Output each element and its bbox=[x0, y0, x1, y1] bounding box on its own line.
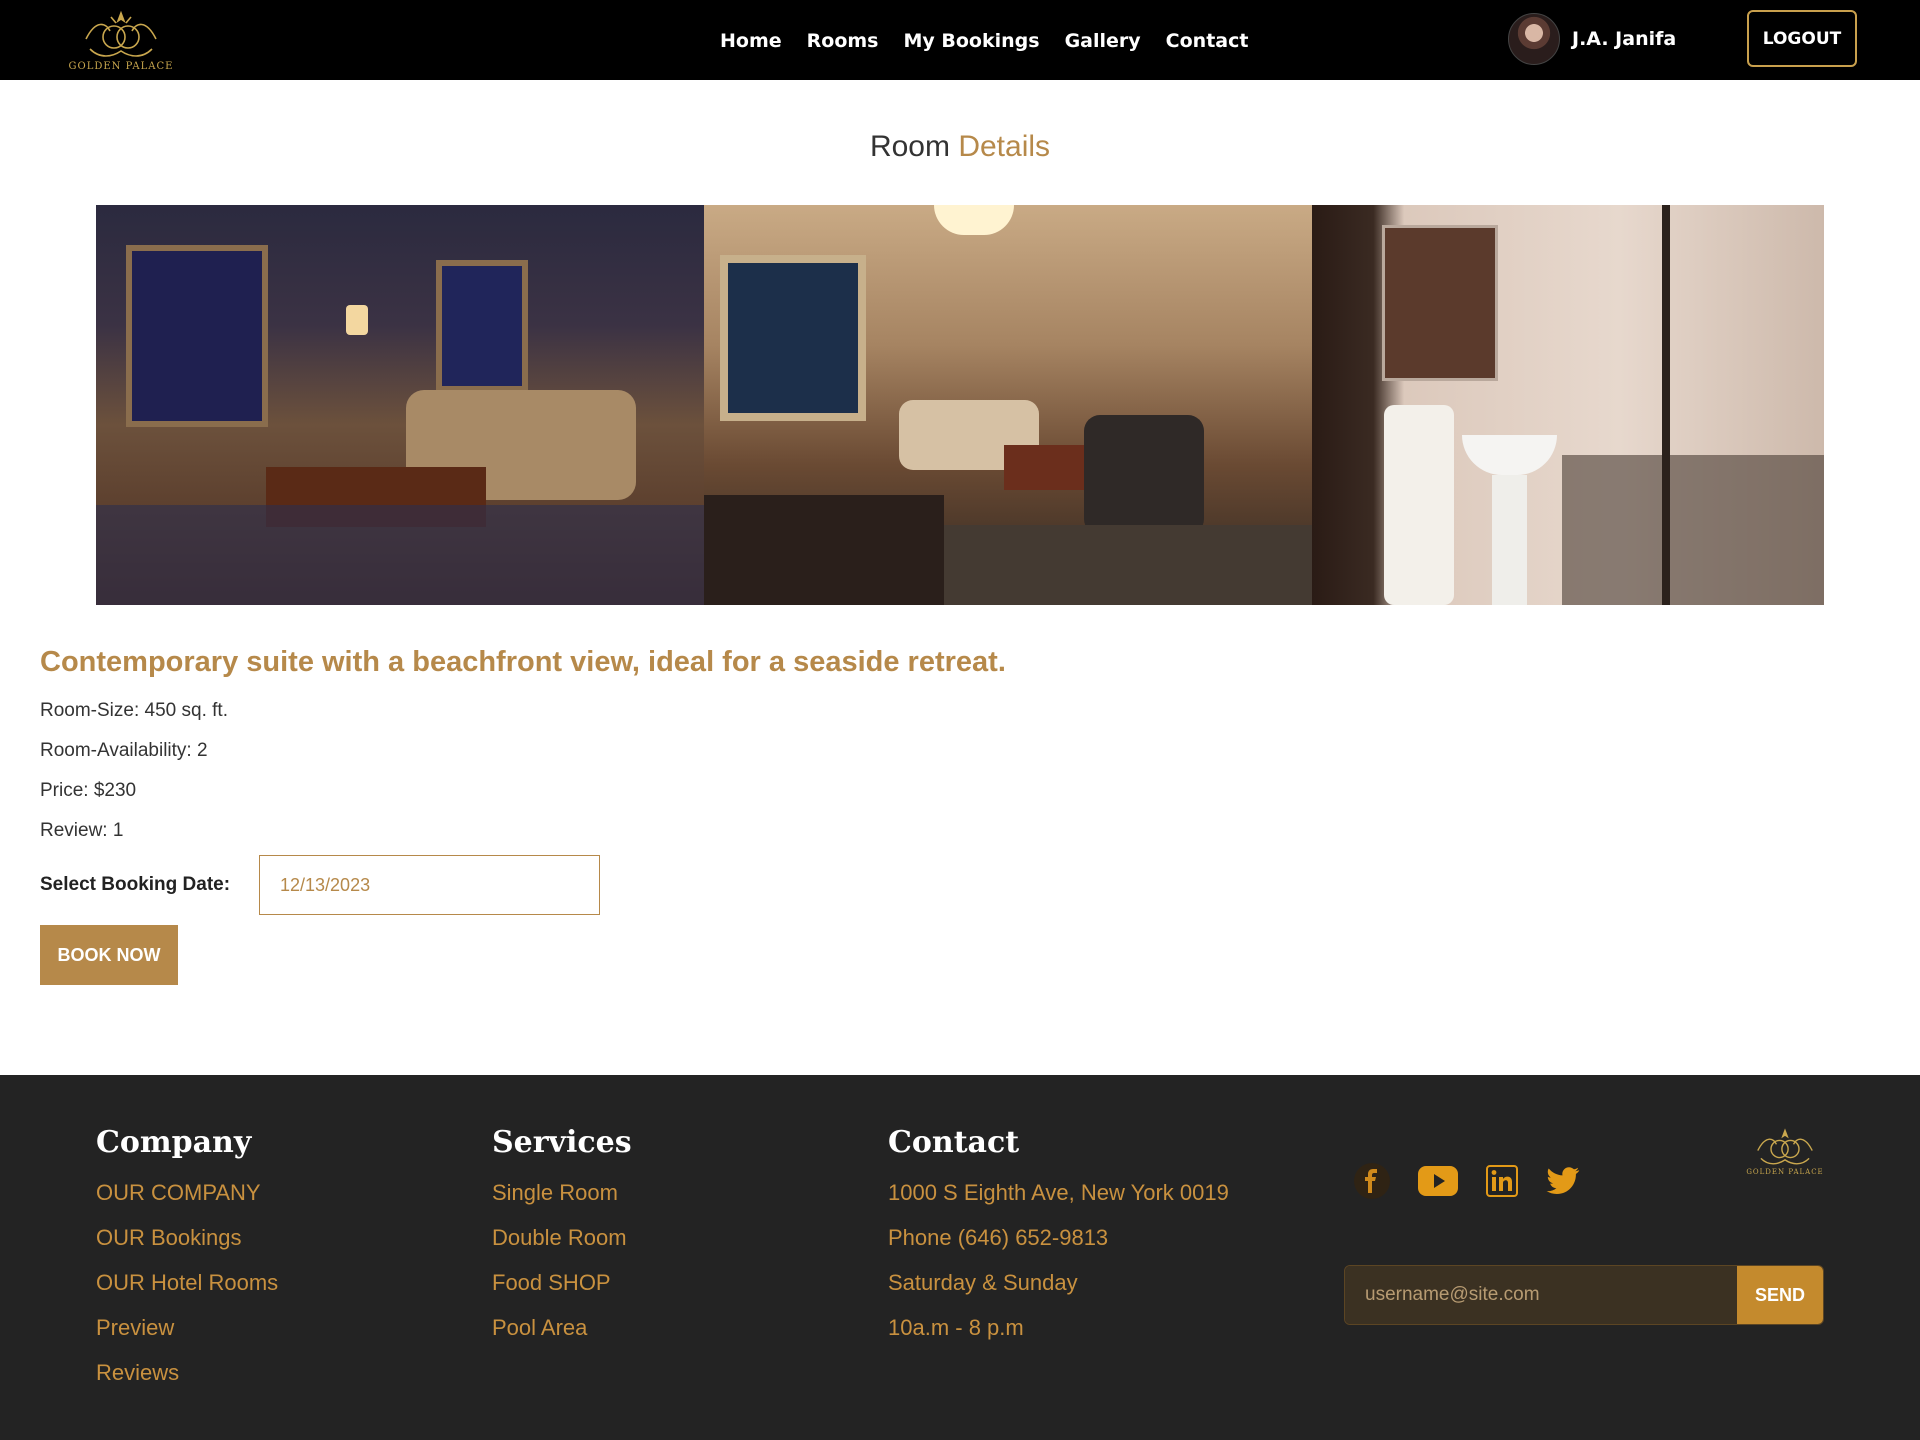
footer-days: Saturday & Sunday bbox=[888, 1270, 1078, 1295]
footer-hours: 10a.m - 8 p.m bbox=[888, 1315, 1024, 1340]
room-photo-living-room bbox=[96, 205, 704, 605]
newsletter-email-placeholder: username@site.com bbox=[1365, 1284, 1540, 1305]
footer-brand-name: GOLDEN PALACE bbox=[1746, 1168, 1824, 1176]
room-availability: Room-Availability: 2 bbox=[40, 740, 208, 761]
nav-contact[interactable]: Contact bbox=[1166, 30, 1249, 52]
footer-link-single-room[interactable]: Single Room bbox=[492, 1180, 632, 1206]
footer-company-heading: Company bbox=[96, 1125, 252, 1160]
top-navbar: GOLDEN PALACE Home Rooms My Bookings Gal… bbox=[0, 0, 1920, 80]
footer: Company OUR COMPANY OUR Bookings OUR Hot… bbox=[0, 1075, 1920, 1440]
footer-link-reviews[interactable]: Reviews bbox=[96, 1360, 278, 1386]
footer-link-hotel-rooms[interactable]: OUR Hotel Rooms bbox=[96, 1270, 278, 1296]
footer-services-heading: Services bbox=[492, 1125, 632, 1160]
footer-link-double-room[interactable]: Double Room bbox=[492, 1225, 632, 1251]
brand-name: GOLDEN PALACE bbox=[68, 60, 174, 72]
footer-services-column: Services Single Room Double Room Food SH… bbox=[492, 1125, 632, 1360]
main-nav: Home Rooms My Bookings Gallery Contact bbox=[720, 24, 1248, 58]
book-now-button[interactable]: BOOK NOW bbox=[40, 925, 178, 985]
nav-rooms[interactable]: Rooms bbox=[807, 30, 879, 52]
user-name: J.A. Janifa bbox=[1572, 28, 1677, 50]
room-review: Review: 1 bbox=[40, 820, 124, 841]
nav-my-bookings[interactable]: My Bookings bbox=[903, 30, 1039, 52]
linkedin-icon[interactable] bbox=[1486, 1165, 1518, 1201]
footer-link-our-bookings[interactable]: OUR Bookings bbox=[96, 1225, 278, 1251]
twitter-icon[interactable] bbox=[1546, 1167, 1580, 1199]
footer-link-our-company[interactable]: OUR COMPANY bbox=[96, 1180, 278, 1206]
footer-company-column: Company OUR COMPANY OUR Bookings OUR Hot… bbox=[96, 1125, 278, 1405]
avatar[interactable] bbox=[1508, 13, 1560, 65]
nav-home[interactable]: Home bbox=[720, 30, 782, 52]
social-links bbox=[1354, 1163, 1580, 1203]
room-size: Room-Size: 450 sq. ft. bbox=[40, 700, 228, 721]
footer-link-pool-area[interactable]: Pool Area bbox=[492, 1315, 632, 1341]
newsletter-send-button[interactable]: SEND bbox=[1737, 1266, 1823, 1324]
footer-link-preview[interactable]: Preview bbox=[96, 1315, 278, 1341]
booking-date-label: Select Booking Date: bbox=[40, 874, 231, 895]
facebook-icon[interactable] bbox=[1354, 1163, 1390, 1203]
page-title-main: Room bbox=[869, 130, 950, 163]
room-photo-suite-lounge bbox=[704, 205, 1312, 605]
room-photo-bathroom bbox=[1312, 205, 1824, 605]
page-title: Room Details bbox=[0, 130, 1920, 164]
booking-date-input[interactable]: 12/13/2023 bbox=[259, 855, 600, 915]
newsletter-email-input[interactable]: username@site.com bbox=[1345, 1266, 1737, 1324]
youtube-icon[interactable] bbox=[1418, 1166, 1458, 1200]
footer-link-food-shop[interactable]: Food SHOP bbox=[492, 1270, 632, 1296]
brand-logo[interactable]: GOLDEN PALACE bbox=[64, 2, 178, 78]
room-price: Price: $230 bbox=[40, 780, 137, 801]
footer-brand-logo[interactable]: GOLDEN PALACE bbox=[1745, 1127, 1825, 1197]
room-photo-gallery bbox=[96, 205, 1824, 605]
footer-contact-heading: Contact bbox=[888, 1125, 1020, 1160]
logout-button[interactable]: LOGOUT bbox=[1747, 10, 1857, 67]
palace-crest-icon bbox=[85, 10, 157, 57]
footer-phone: Phone (646) 652-9813 bbox=[888, 1225, 1109, 1250]
room-heading: Contemporary suite with a beachfront vie… bbox=[40, 646, 1006, 678]
page-title-accent: Details bbox=[958, 130, 1051, 163]
nav-gallery[interactable]: Gallery bbox=[1065, 30, 1141, 52]
footer-contact-column: Contact 1000 S Eighth Ave, New York 0019… bbox=[888, 1125, 1229, 1360]
palace-crest-icon bbox=[1757, 1128, 1813, 1165]
booking-date-value: 12/13/2023 bbox=[280, 874, 371, 895]
footer-address: 1000 S Eighth Ave, New York 0019 bbox=[888, 1180, 1229, 1205]
user-profile[interactable]: J.A. Janifa bbox=[1508, 13, 1677, 65]
newsletter-form: username@site.com SEND bbox=[1344, 1265, 1824, 1325]
